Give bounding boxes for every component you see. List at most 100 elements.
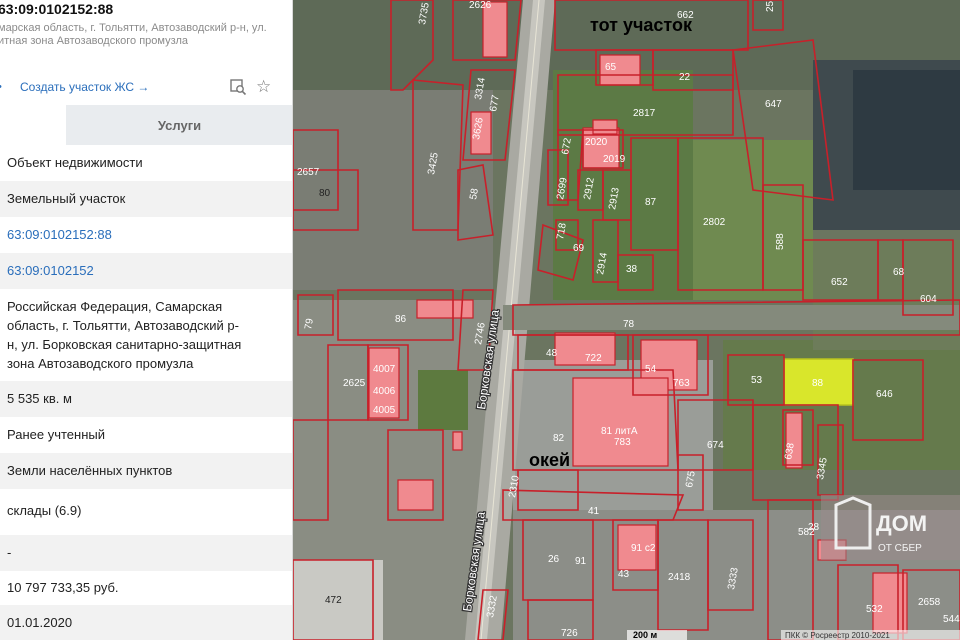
property-row-object-type: Объект недвижимости	[0, 145, 292, 181]
property-value: Земельный участок	[7, 191, 126, 206]
property-row-status: Ранее учтенный	[0, 417, 292, 453]
cadastral-number-title: 63:09:0102152:88	[0, 1, 114, 17]
header-address-line: итная зона Автозаводского промузла	[0, 35, 189, 47]
address-line: зона Автозаводского промузла	[7, 356, 194, 371]
parcel-label: 26	[548, 554, 560, 565]
tabs: Услуги	[0, 105, 292, 145]
parcel-label: 22	[679, 72, 691, 83]
address-line: Российская Федерация, Самарская	[7, 299, 223, 314]
property-value: -	[7, 545, 12, 560]
parcel-label: 43	[618, 569, 630, 580]
property-value: 5 535 кв. м	[7, 391, 72, 406]
parcel-label: 82	[553, 433, 565, 444]
property-row-address: Российская Федерация, Самарская область,…	[0, 289, 292, 381]
parcel-label: 69	[573, 243, 585, 254]
parcel-label: 4006	[373, 386, 396, 397]
building	[872, 572, 908, 634]
parcel-label: 647	[765, 99, 782, 110]
parcel-label: 91 с2	[631, 543, 656, 554]
star-icon[interactable]: ☆	[256, 77, 271, 97]
watermark: ДОМ ОТ СБЕР	[821, 495, 960, 560]
parcel-label: 2626	[469, 0, 492, 11]
parcel-label: 2625	[343, 378, 366, 389]
parcel-label: 91	[575, 556, 587, 567]
header-address-line: марская область, г. Тольятти, Автозаводс…	[0, 22, 267, 34]
parcel-label: 646	[876, 389, 893, 400]
road	[503, 305, 960, 330]
parcel-label: 41	[588, 506, 600, 517]
parcel-label: 588	[775, 233, 786, 250]
tab-services[interactable]: Услуги	[66, 105, 292, 145]
parcel-label: 78	[623, 319, 635, 330]
property-row-kind: Земельный участок	[0, 181, 292, 217]
parcel-label: 674	[707, 440, 724, 451]
actions-bar: • Создать участок ЖС → ☆	[0, 76, 292, 100]
parcel-label: 2658	[918, 597, 941, 608]
imagery-field	[813, 240, 960, 350]
copyright-text: ПКК © Росреестр 2010-2021	[785, 631, 890, 640]
property-row-area: 5 535 кв. м	[0, 381, 292, 417]
property-row-form: -	[0, 535, 292, 571]
parcel-label: 2019	[603, 154, 626, 165]
parcel-label: 472	[325, 595, 342, 606]
building	[572, 377, 669, 467]
parcel-label: 65	[605, 62, 617, 73]
create-plot-link[interactable]: Создать участок ЖС →	[20, 80, 149, 94]
parcel-label: 86	[395, 314, 407, 325]
parcel-label: 25	[765, 0, 776, 12]
address-line: н, ул. Борковская санитарно-защитная	[7, 337, 242, 352]
cadastral-quarter-link[interactable]: 63:09:0102152	[7, 263, 94, 278]
imagery-roof	[853, 70, 960, 190]
parcel-label: 81 литА	[601, 426, 638, 437]
cadastral-map[interactable]: 3735 2626 662 25 65 22 647 2817 3314 677…	[293, 0, 960, 640]
parcel-label: 4007	[373, 364, 396, 375]
parcel-label: 80	[319, 188, 331, 199]
parcel-label: 28	[808, 522, 820, 533]
building	[452, 431, 463, 451]
parcel-label: 783	[614, 437, 631, 448]
watermark-subtitle: ОТ СБЕР	[878, 543, 922, 554]
header-address: марская область, г. Тольятти, Автозаводс…	[0, 22, 290, 48]
parcel-label: 68	[893, 267, 905, 278]
property-row-cost: 10 797 733,35 руб.	[0, 571, 292, 605]
property-row-cadastral-quarter: 63:09:0102152	[0, 253, 292, 289]
watermark-title: ДОМ	[876, 511, 927, 536]
parcel-label: 4005	[373, 405, 396, 416]
parcel-label: 722	[585, 353, 602, 364]
bullet-icon: •	[0, 81, 2, 93]
building	[592, 119, 618, 135]
parcel-label: 48	[546, 348, 558, 359]
imagery-field	[418, 370, 468, 430]
parcel-label: 38	[626, 264, 638, 275]
parcel-label: 2802	[703, 217, 726, 228]
parcel-label: 544	[943, 614, 960, 625]
parcel-label: 726	[561, 628, 578, 639]
parcel-label: 604	[920, 294, 937, 305]
building	[397, 479, 434, 511]
building	[416, 299, 474, 319]
parcel-label: 87	[645, 197, 657, 208]
parcel-label: 532	[866, 604, 883, 615]
parcel-label: 54	[645, 364, 657, 375]
property-row-cost-date: 01.01.2020	[0, 605, 292, 640]
parcel-label: 2020	[585, 137, 608, 148]
property-value: Ранее учтенный	[7, 427, 105, 442]
property-value: Земли населённых пунктов	[7, 463, 173, 478]
parcel-label: 652	[831, 277, 848, 288]
property-value: Объект недвижимости	[7, 155, 143, 170]
map-canvas[interactable]: 3735 2626 662 25 65 22 647 2817 3314 677…	[293, 0, 960, 640]
property-row-category: Земли населённых пунктов	[0, 453, 292, 489]
property-value: склады (6.9)	[7, 503, 82, 518]
parcel-label: 53	[751, 375, 763, 386]
cadastral-number-link[interactable]: 63:09:0102152:88	[7, 227, 112, 242]
tab-info[interactable]	[0, 105, 66, 145]
imagery-field	[553, 70, 693, 300]
parcel-label: 2657	[297, 167, 320, 178]
search-location-icon[interactable]	[229, 78, 247, 96]
property-value: 01.01.2020	[7, 615, 73, 630]
tab-services-label: Услуги	[157, 118, 202, 133]
scale-label: 200 м	[633, 630, 658, 640]
property-value: 10 797 733,35 руб.	[7, 580, 119, 595]
parcel-label: 763	[673, 378, 690, 389]
annotation-okey: окей	[529, 450, 570, 470]
